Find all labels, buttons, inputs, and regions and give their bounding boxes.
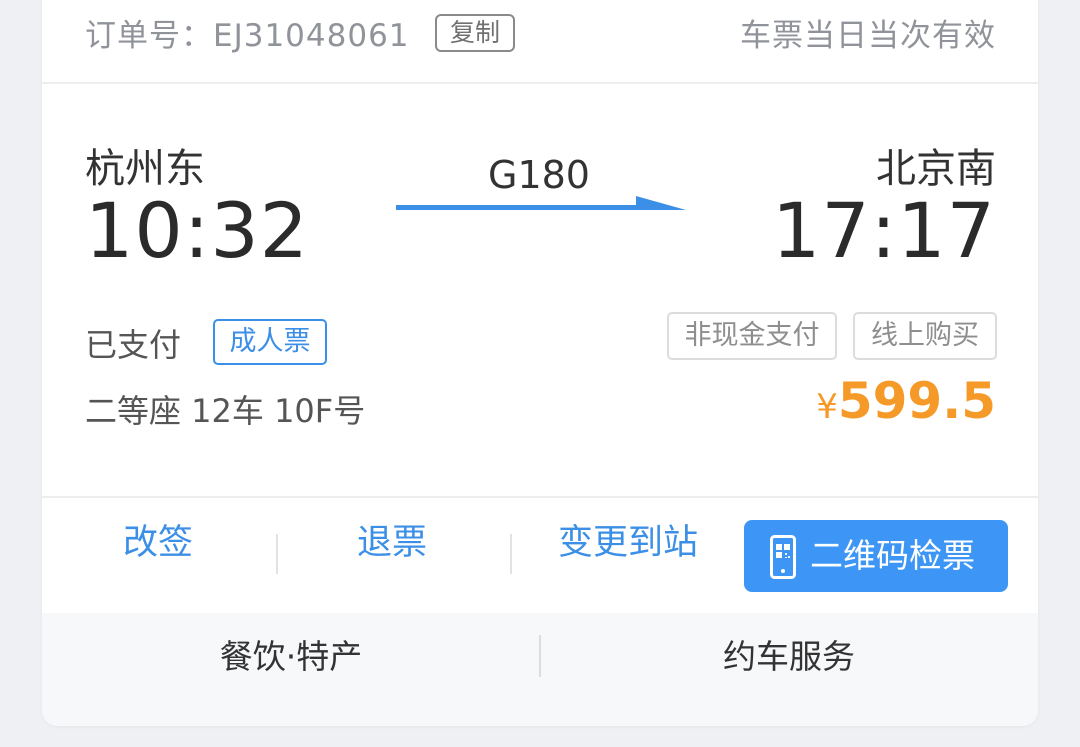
arrival-time: 17:17 [771, 186, 996, 275]
copy-button[interactable]: 复制 [435, 14, 515, 52]
qr-check-label: 二维码检票 [810, 536, 975, 575]
ticket-price: ¥599.5 [816, 372, 996, 430]
ticket-card: 订单号：EJ31048061 复制 车票当日当次有效 杭州东 10:32 G18… [42, 0, 1038, 726]
order-header: 订单号：EJ31048061 复制 车票当日当次有效 [42, 0, 1038, 84]
train-number: G180 [488, 153, 590, 197]
order-number: 订单号：EJ31048061 [85, 18, 410, 54]
seat-info: 二等座 12车 10F号 [85, 392, 366, 430]
qr-check-button[interactable]: 二维码检票 [744, 520, 1008, 592]
currency-symbol: ¥ [816, 387, 838, 427]
price-amount: 599.5 [837, 372, 996, 430]
payment-status: 已支付 [85, 326, 182, 364]
section-divider [42, 496, 1038, 498]
phone-qr-icon [770, 535, 796, 579]
ticket-validity-note: 车票当日当次有效 [740, 18, 996, 54]
action-separator [276, 534, 278, 574]
ticket-type-badge: 成人票 [213, 319, 327, 365]
refund-button[interactable]: 退票 [316, 518, 468, 568]
departure-time: 10:32 [85, 186, 310, 275]
car-service-link[interactable]: 约车服务 [540, 635, 1038, 679]
service-bar: 餐饮·特产 约车服务 [42, 613, 1038, 726]
payment-method-tag: 非现金支付 [667, 312, 837, 360]
direction-arrow-icon [396, 196, 686, 210]
change-destination-button[interactable]: 变更到站 [540, 518, 716, 568]
action-separator [510, 534, 512, 574]
food-specialty-link[interactable]: 餐饮·特产 [42, 635, 540, 679]
purchase-channel-tag: 线上购买 [853, 312, 997, 360]
change-ticket-button[interactable]: 改签 [82, 518, 234, 568]
